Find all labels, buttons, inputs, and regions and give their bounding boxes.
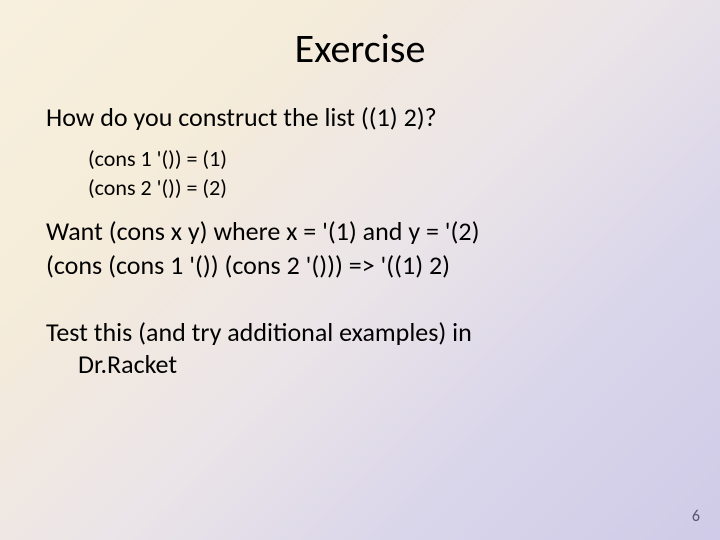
test-block: Test this (and try additional examples) …	[46, 316, 674, 381]
question-text: How do you construct the list ((1) 2)?	[46, 101, 674, 134]
test-line-2: Dr.Racket	[78, 348, 674, 381]
sub-examples: (cons 1 '()) = (1) (cons 2 '()) = (2)	[46, 144, 674, 203]
page-number: 6	[692, 507, 700, 526]
sub-line-2: (cons 2 '()) = (2)	[88, 173, 674, 203]
want-line: Want (cons x y) where x = '(1) and y = '…	[46, 215, 674, 248]
slide-title: Exercise	[46, 24, 674, 73]
slide: Exercise How do you construct the list (…	[0, 0, 720, 540]
test-line-1: Test this (and try additional examples) …	[46, 316, 674, 349]
sub-line-1: (cons 1 '()) = (1)	[88, 144, 674, 174]
cons-line: (cons (cons 1 '()) (cons 2 '())) => '((1…	[46, 249, 674, 282]
